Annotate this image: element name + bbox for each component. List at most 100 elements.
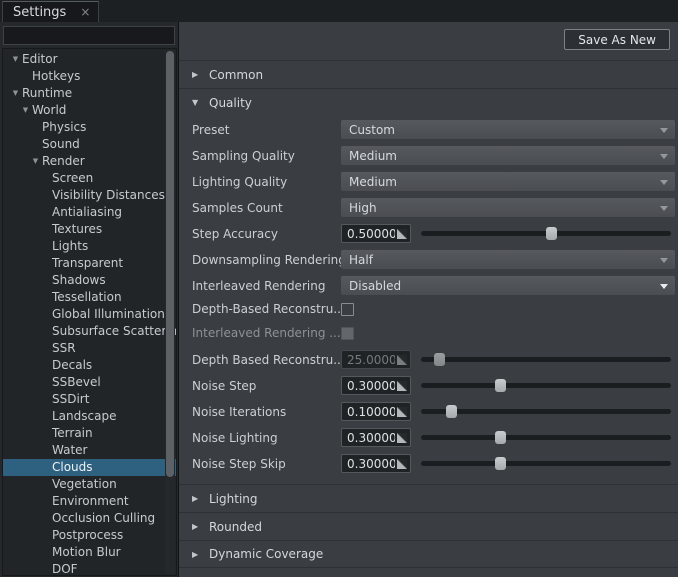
sidebar-item-editor[interactable]: Editor [3,51,176,68]
sidebar-item-motion-blur[interactable]: Motion Blur [3,544,176,561]
slider-handle[interactable] [546,227,557,240]
sidebar-item-world[interactable]: World [3,102,176,119]
save-as-new-button[interactable]: Save As New [564,29,670,50]
sidebar-item-water[interactable]: Water [3,442,176,459]
dropdown-arrow-icon [660,128,668,133]
noise-step-skip-spinbox[interactable]: 0.30000 [341,454,411,473]
sidebar-item-landscape[interactable]: Landscape [3,408,176,425]
noise-lighting-spinbox[interactable]: 0.30000 [341,428,411,447]
sampling-quality-dropdown[interactable]: Medium [341,146,675,165]
noise-lighting-slider[interactable] [421,428,675,447]
sidebar-item-ssr[interactable]: SSR [3,340,176,357]
expand-arrow-icon[interactable] [29,153,42,170]
section-header-rounded[interactable]: Rounded [179,512,678,540]
dropdown-arrow-icon [660,180,668,185]
settings-window: EditorHotkeysRuntimeWorldPhysicsSoundRen… [0,22,678,577]
sidebar-item-label: Subsurface Scattering [52,323,177,340]
sidebar-item-terrain[interactable]: Terrain [3,425,176,442]
sidebar-item-tessellation[interactable]: Tessellation [3,289,176,306]
downsampling-rendering-dropdown[interactable]: Half [341,250,675,269]
depth-based-reconstru-checkbox[interactable] [341,303,354,316]
noise-step-skip-slider[interactable] [421,454,675,473]
row-label: Noise Iterations [192,405,341,419]
sidebar-item-antialiasing[interactable]: Antialiasing [3,204,176,221]
sidebar-item-sound[interactable]: Sound [3,136,176,153]
sidebar-item-label: World [32,102,66,119]
settings-panel: Save As New CommonQualityPresetCustomSam… [179,22,678,577]
slider-handle[interactable] [495,379,506,392]
spin-drag-icon[interactable] [397,229,407,239]
interleaved-rendering-dropdown[interactable]: Disabled [341,276,675,295]
slider-handle[interactable] [495,457,506,470]
row-label: Noise Step [192,379,341,393]
dropdown-value: Half [349,253,373,267]
sidebar-item-ssdirt[interactable]: SSDirt [3,391,176,408]
sidebar-item-transparent[interactable]: Transparent [3,255,176,272]
slider-handle[interactable] [446,405,457,418]
row-label: Downsampling Rendering [192,253,341,267]
depth-based-reconstru-spinbox: 25.00000 [341,350,411,369]
slider-track [421,435,671,440]
spin-drag-icon[interactable] [397,381,407,391]
close-icon[interactable]: × [80,6,90,18]
step-accuracy-slider[interactable] [421,224,675,243]
noise-iterations-slider[interactable] [421,402,675,421]
tab-title: Settings [13,5,66,20]
expand-arrow-icon[interactable] [9,51,22,68]
row-label: Depth Based Reconstru... [192,353,341,367]
sidebar-item-runtime[interactable]: Runtime [3,85,176,102]
settings-row-depth-based-reconstru: Depth-Based Reconstru... [192,302,675,316]
dropdown-value: Disabled [349,279,401,293]
sidebar-item-textures[interactable]: Textures [3,221,176,238]
tab-settings[interactable]: Settings × [2,1,99,22]
sidebar-item-label: Tessellation [52,289,122,306]
tree-scrollbar-track[interactable] [165,50,175,574]
settings-row-interleaved-rendering: Interleaved Rendering ... [192,326,675,340]
section-label: Dynamic Coverage [209,547,323,561]
settings-row-samples-count: Samples CountHigh [192,198,675,217]
sidebar-item-render[interactable]: Render [3,153,176,170]
section-header-quality[interactable]: Quality [179,88,678,116]
sidebar-item-decals[interactable]: Decals [3,357,176,374]
sidebar-item-postprocess[interactable]: Postprocess [3,527,176,544]
expand-arrow-icon[interactable] [19,102,32,119]
samples-count-dropdown[interactable]: High [341,198,675,217]
spin-drag-icon[interactable] [397,459,407,469]
spin-drag-icon[interactable] [397,433,407,443]
sidebar-item-shadows[interactable]: Shadows [3,272,176,289]
sidebar-item-lights[interactable]: Lights [3,238,176,255]
tree-scrollbar-thumb[interactable] [166,51,174,477]
sidebar-item-clouds[interactable]: Clouds [3,459,176,476]
search-input[interactable] [3,26,175,45]
row-label: Samples Count [192,201,341,215]
section-header-lighting[interactable]: Lighting [179,484,678,512]
spinbox-value: 25.00000 [347,353,395,367]
sidebar-item-hotkeys[interactable]: Hotkeys [3,68,176,85]
section-header-common[interactable]: Common [179,60,678,88]
slider-handle[interactable] [495,431,506,444]
sidebar-item-label: Environment [52,493,129,510]
sidebar-item-label: Lights [52,238,88,255]
sidebar-item-physics[interactable]: Physics [3,119,176,136]
row-label: Interleaved Rendering [192,279,341,293]
sidebar-item-screen[interactable]: Screen [3,170,176,187]
sidebar-item-ssbevel[interactable]: SSBevel [3,374,176,391]
preset-dropdown[interactable]: Custom [341,120,675,139]
sidebar-item-environment[interactable]: Environment [3,493,176,510]
noise-step-spinbox[interactable]: 0.30000 [341,376,411,395]
section-header-dynamic-coverage[interactable]: Dynamic Coverage [179,540,678,568]
step-accuracy-spinbox[interactable]: 0.50000 [341,224,411,243]
expand-arrow-icon[interactable] [9,85,22,102]
lighting-quality-dropdown[interactable]: Medium [341,172,675,191]
noise-step-slider[interactable] [421,376,675,395]
spin-drag-icon[interactable] [397,407,407,417]
noise-iterations-spinbox[interactable]: 0.10000 [341,402,411,421]
sidebar-item-visibility-distances[interactable]: Visibility Distances [3,187,176,204]
sidebar-item-subsurface-scattering[interactable]: Subsurface Scattering [3,323,176,340]
sidebar: EditorHotkeysRuntimeWorldPhysicsSoundRen… [0,22,179,577]
sidebar-item-dof[interactable]: DOF [3,561,176,576]
sidebar-item-vegetation[interactable]: Vegetation [3,476,176,493]
sidebar-item-occlusion-culling[interactable]: Occlusion Culling [3,510,176,527]
sidebar-item-global-illumination[interactable]: Global Illumination [3,306,176,323]
sidebar-item-label: Global Illumination [52,306,165,323]
